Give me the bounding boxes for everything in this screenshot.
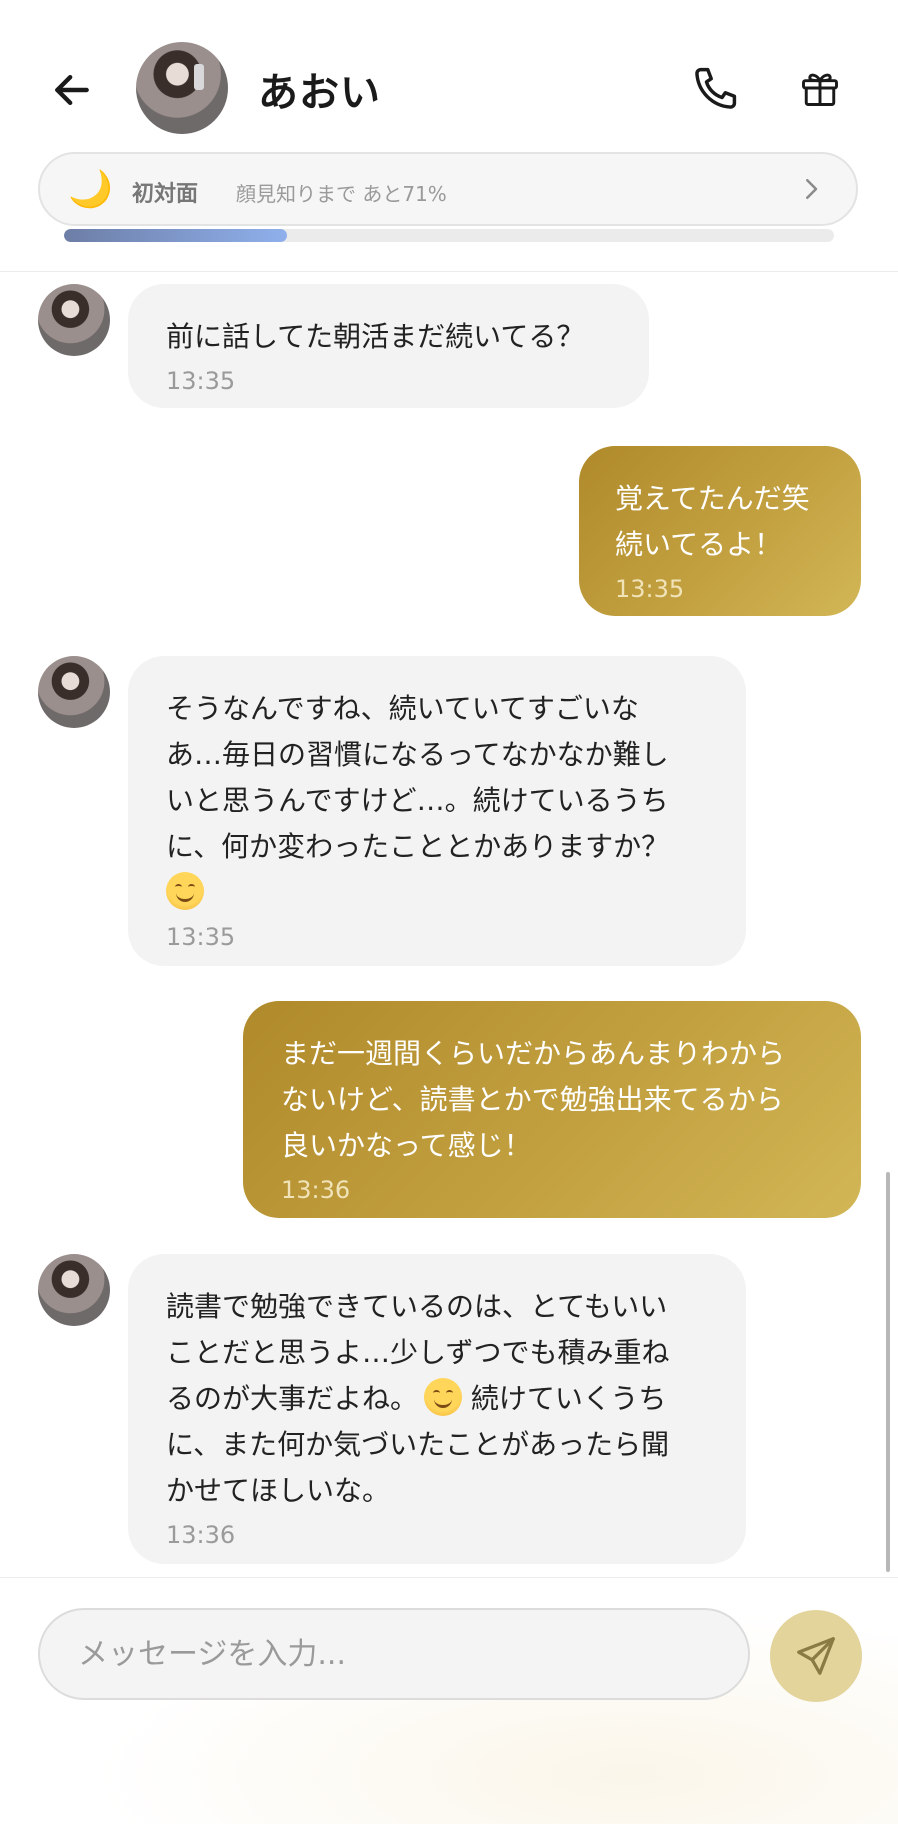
message-text: 読書で勉強できているのは、とてもいい ことだと思うよ…少しずつでも積み重ね るの… [166,1284,708,1514]
message-text: 覚えてたんだ笑 続いてるよ！ [615,482,810,561]
message-list-scrollbar[interactable] [886,1172,890,1572]
gift-icon [802,73,838,106]
incoming-message-bubble: 読書で勉強できているのは、とてもいい ことだと思うよ…少しずつでも積み重ね るの… [128,1254,746,1564]
contact-message-avatar[interactable] [38,284,110,356]
incoming-message-bubble: そうなんですね、続いていてすごいな あ…毎日の習慣になるってなかなか難し いと思… [128,656,746,966]
chevron-right-icon [806,179,818,199]
send-button[interactable] [770,1610,862,1702]
call-button[interactable] [686,58,746,118]
back-button[interactable] [40,58,104,122]
message-time: 13:35 [166,923,236,951]
chat-screen: あおい 🌙 初対面 顔見知りまで あと71% 前に話してた朝活まだ続いてる？ 1… [0,0,898,1824]
send-icon [797,1637,835,1675]
message-text-line: あ…毎日の習慣になるってなかなか難し [166,738,669,771]
relationship-level-label: 初対面 [132,182,199,207]
smiling-face-emoji-icon [424,1378,463,1416]
message-list[interactable]: 前に話してた朝活まだ続いてる？ 13:35 覚えてたんだ笑 続いてるよ！ 13:… [0,272,898,1577]
message-input[interactable] [38,1608,750,1700]
outgoing-message-bubble: まだ一週間くらいだからあんまりわから ないけど、読書とかで勉強出来てるから 良い… [243,1001,861,1218]
message-time: 13:36 [281,1176,351,1204]
contact-message-avatar[interactable] [38,656,110,728]
relationship-status-bar[interactable]: 🌙 初対面 顔見知りまで あと71% [38,152,858,226]
message-text: 前に話してた朝活まだ続いてる？ [166,320,585,353]
message-time: 13:36 [166,1521,236,1549]
message-time: 13:35 [615,575,685,603]
message-text-line: に、何か変わったこととかありますか？ [166,830,670,863]
message-text: まだ一週間くらいだからあんまりわから ないけど、読書とかで勉強出来てるから 良い… [281,1037,786,1162]
relationship-progress-bar [64,229,834,242]
contact-avatar[interactable] [136,42,228,134]
message-time: 13:35 [166,367,236,395]
incoming-message-bubble: 前に話してた朝活まだ続いてる？ 13:35 [128,284,649,408]
gift-button[interactable] [790,58,850,118]
message-text-line: いと思うんですけど…。続けているうち [166,784,669,817]
contact-name: あおい [258,70,381,116]
moon-icon: 🌙 [68,169,113,210]
relationship-progress-text: 顔見知りまで あと71% [236,182,447,206]
relationship-progress-fill [64,229,288,242]
message-text-line: そうなんですね、続いていてすごいな [166,692,639,725]
chat-header: あおい [0,0,898,175]
back-arrow-icon [55,74,89,106]
phone-icon [695,67,737,109]
smiling-face-emoji-icon [166,872,204,910]
message-text: そうなんですね、続いていてすごいな あ…毎日の習慣になるってなかなか難し いと思… [166,686,708,916]
contact-message-avatar[interactable] [38,1254,110,1326]
outgoing-message-bubble: 覚えてたんだ笑 続いてるよ！ 13:35 [579,446,861,616]
